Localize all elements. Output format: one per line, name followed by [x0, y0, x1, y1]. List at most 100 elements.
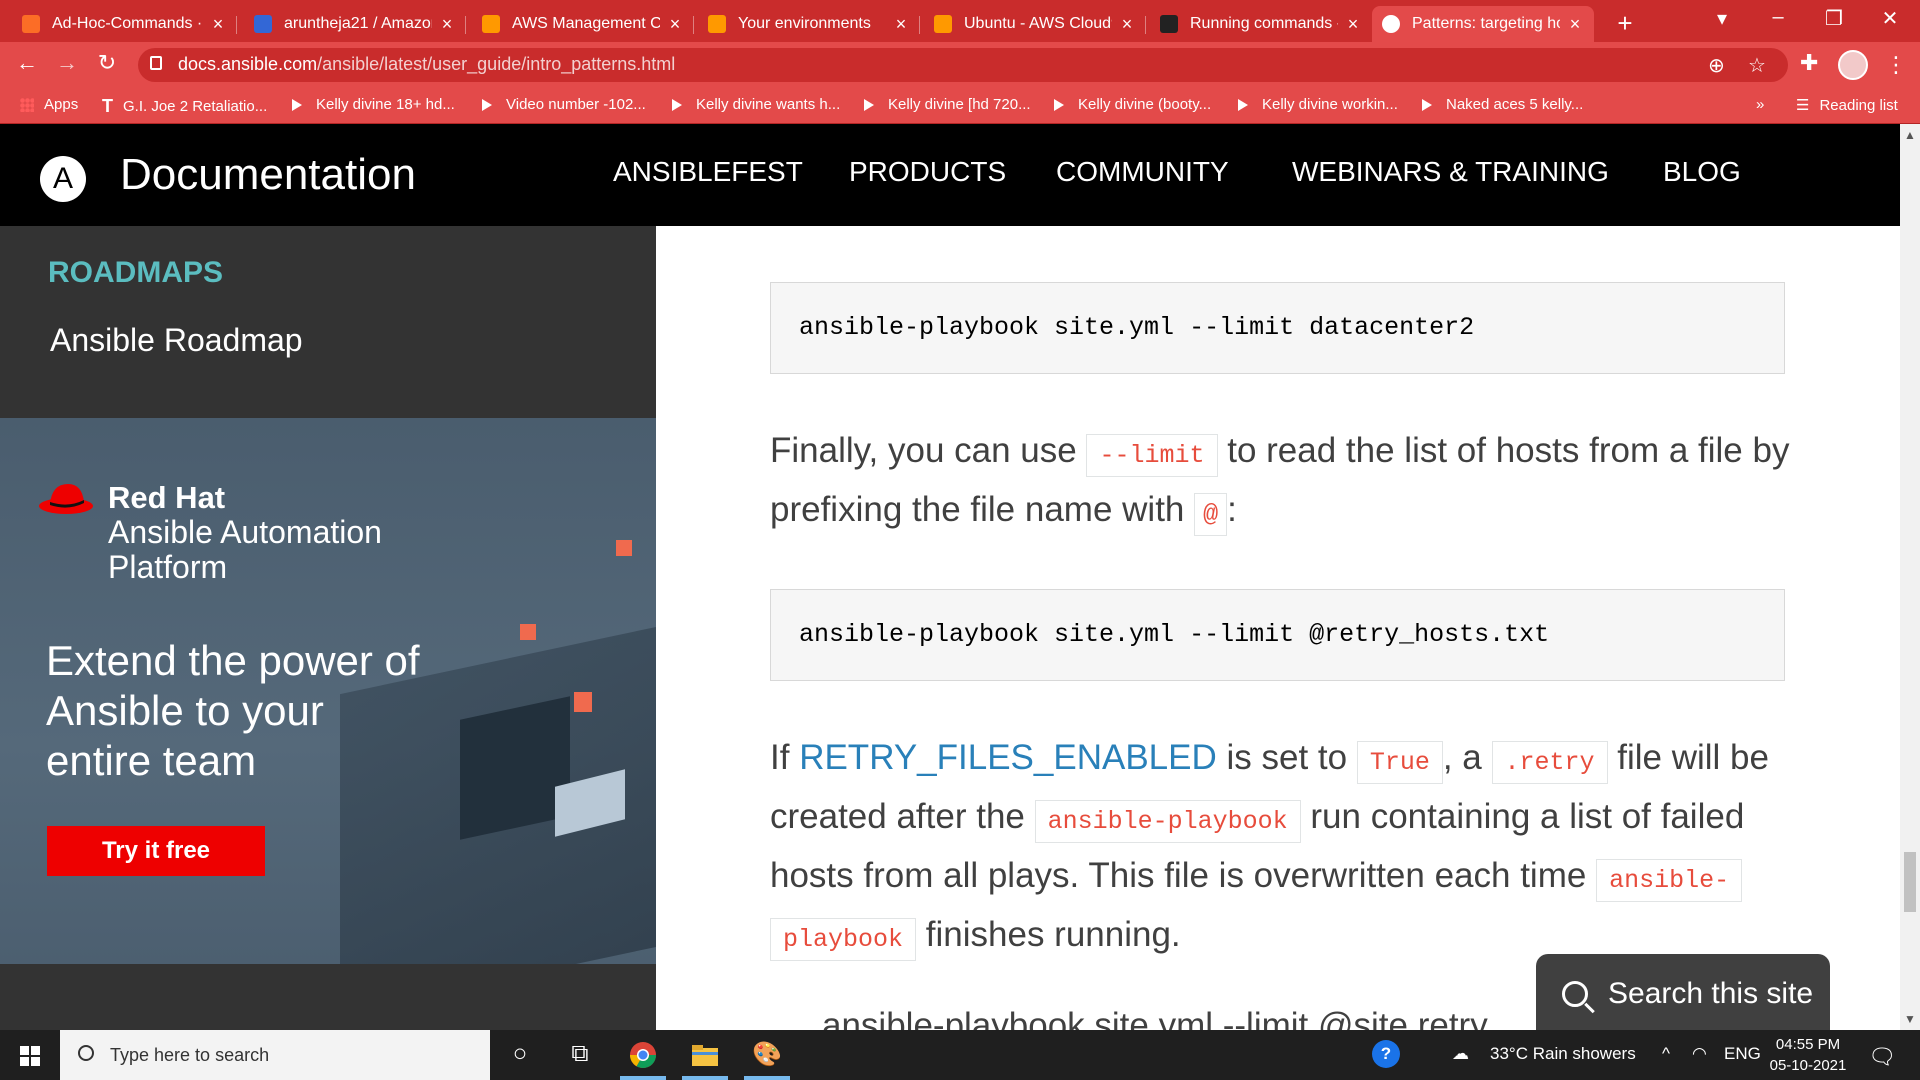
taskbar-active-indicator [620, 1076, 666, 1080]
bookmark-label: Kelly divine [hd 720... [888, 96, 1031, 113]
taskbar-search-input[interactable]: Type here to search [60, 1030, 490, 1080]
browser-tab[interactable]: aruntheja21 / Amazon × [244, 6, 466, 42]
cortana-icon[interactable]: ○ [505, 1040, 535, 1070]
browser-tab[interactable]: Running commands - × [1150, 6, 1372, 42]
url-text[interactable]: docs.ansible.com/ansible/latest/user_gui… [178, 54, 675, 75]
close-tab-icon[interactable]: × [209, 14, 227, 35]
tab-separator [236, 16, 237, 34]
bookmark-label: Video number -102... [506, 96, 646, 113]
scrollbar-thumb[interactable] [1904, 852, 1916, 912]
code-block[interactable]: ansible-playbook site.yml --limit datace… [770, 282, 1785, 374]
close-window-icon[interactable]: ✕ [1870, 6, 1910, 31]
forward-icon[interactable]: → [52, 50, 82, 76]
bookmark-label: G.I. Joe 2 Retaliatio... [123, 98, 268, 115]
file-explorer-icon[interactable] [690, 1040, 720, 1070]
browser-menu-icon[interactable]: ⋮ [1885, 52, 1907, 78]
nav-blog[interactable]: BLOG [1663, 156, 1741, 188]
code-block[interactable]: ansible-playbook site.yml --limit @retry… [770, 589, 1785, 681]
bookmarks-bar: Apps T G.I. Joe 2 Retaliatio... Kelly di… [0, 88, 1920, 124]
system-clock[interactable]: 04:55 PM 05-10-2021 [1768, 1034, 1848, 1076]
clock-time: 04:55 PM [1775, 1036, 1841, 1053]
tab-separator [919, 16, 920, 34]
bookmark-item[interactable]: Naked aces 5 kelly... [1422, 96, 1583, 113]
close-tab-icon[interactable]: × [666, 14, 684, 35]
bookmarks-overflow-icon[interactable]: » [1756, 96, 1764, 113]
bookmark-item[interactable]: Kelly divine wants h... [672, 96, 840, 113]
minimize-icon[interactable]: – [1758, 6, 1798, 29]
back-icon[interactable]: ← [12, 50, 42, 76]
tab-search-icon[interactable]: ▾ [1702, 6, 1742, 31]
chrome-icon[interactable] [628, 1040, 658, 1070]
weather-icon[interactable]: ☁ [1452, 1044, 1469, 1064]
bookmark-label: Kelly divine 18+ hd... [316, 96, 455, 113]
scroll-up-icon[interactable]: ▲ [1904, 128, 1916, 142]
nav-community[interactable]: COMMUNITY [1056, 156, 1229, 188]
browser-tab[interactable]: Your environments × [698, 6, 920, 42]
retry-files-enabled-link[interactable]: RETRY_FILES_ENABLED [799, 738, 1217, 777]
windows-start-icon[interactable] [20, 1046, 40, 1066]
try-it-free-button[interactable]: Try it free [47, 826, 265, 876]
close-tab-icon[interactable]: × [1566, 14, 1584, 35]
help-icon[interactable]: ? [1372, 1040, 1400, 1068]
zoom-icon[interactable]: ⊕ [1708, 53, 1725, 78]
restore-icon[interactable]: ❐ [1814, 6, 1854, 31]
reload-icon[interactable]: ↻ [92, 50, 122, 76]
search-icon [1562, 981, 1588, 1007]
site-title[interactable]: Documentation [120, 150, 416, 200]
wifi-icon[interactable]: ◠ [1692, 1044, 1707, 1064]
bookmark-item[interactable]: Kelly divine (booty... [1054, 96, 1211, 113]
sidebar-item-ansible-roadmap[interactable]: Ansible Roadmap [50, 322, 303, 359]
weather-text[interactable]: 33°C Rain showers [1490, 1044, 1636, 1064]
reading-list-label: Reading list [1819, 96, 1898, 114]
apps-grid-icon [20, 97, 34, 112]
ad-product: Ansible Automation Platform [108, 514, 382, 585]
close-tab-icon[interactable]: × [1118, 14, 1136, 35]
browser-tab-active[interactable]: Patterns: targeting ho × [1372, 6, 1594, 42]
bookmark-item[interactable]: Kelly divine workin... [1238, 96, 1398, 113]
bookmark-item[interactable]: Kelly divine [hd 720... [864, 96, 1031, 113]
lock-icon[interactable] [150, 56, 162, 70]
close-tab-icon[interactable]: × [1344, 14, 1362, 35]
close-tab-icon[interactable]: × [892, 14, 910, 35]
paragraph: Finally, you can use --limit to read the… [770, 424, 1800, 542]
play-icon [1054, 98, 1064, 111]
browser-tab[interactable]: Ad-Hoc-Commands · / × [12, 6, 237, 42]
paint-app-icon[interactable]: 🎨 [752, 1040, 782, 1070]
bookmark-item[interactable]: Kelly divine 18+ hd... [292, 96, 455, 113]
text: , a [1442, 738, 1482, 777]
bookmark-star-icon[interactable]: ☆ [1748, 53, 1766, 78]
nav-products[interactable]: PRODUCTS [849, 156, 1006, 188]
search-this-site-button[interactable]: Search this site [1536, 954, 1830, 1034]
task-view-icon[interactable]: ⧉ [565, 1040, 595, 1070]
browser-tab[interactable]: AWS Management Co × [472, 6, 694, 42]
bookmark-label: Naked aces 5 kelly... [1446, 96, 1584, 113]
scroll-down-icon[interactable]: ▼ [1904, 1012, 1916, 1026]
browser-tab[interactable]: Ubuntu - AWS Cloud9 × [924, 6, 1146, 42]
reading-list-icon: ☰ [1796, 97, 1810, 114]
taskbar-search-placeholder: Type here to search [110, 1044, 270, 1065]
close-tab-icon[interactable]: × [438, 14, 456, 35]
reading-list-button[interactable]: ☰ Reading list [1796, 96, 1898, 115]
address-bar-row: ← → ↻ docs.ansible.com/ansible/latest/us… [0, 42, 1920, 88]
ansible-logo-icon[interactable]: A [40, 156, 86, 202]
language-indicator[interactable]: ENG [1724, 1044, 1761, 1064]
tab-title: Running commands - [1190, 15, 1338, 32]
bookmark-item[interactable]: T G.I. Joe 2 Retaliatio... [102, 96, 267, 117]
bookmark-label: Kelly divine (booty... [1078, 96, 1212, 113]
tab-title: Ubuntu - AWS Cloud9 [964, 15, 1112, 32]
text: is set to [1226, 738, 1348, 777]
bookmark-apps[interactable]: Apps [20, 96, 78, 113]
notifications-icon[interactable]: 🗨 [1868, 1044, 1896, 1070]
new-tab-icon[interactable]: + [1610, 8, 1640, 39]
decorative-square [520, 624, 536, 640]
paragraph: If RETRY_FILES_ENABLED is set to True, a… [770, 731, 1800, 967]
address-bar[interactable]: docs.ansible.com/ansible/latest/user_gui… [138, 48, 1788, 82]
show-hidden-icons-icon[interactable]: ^ [1662, 1044, 1670, 1064]
folder-shape [692, 1045, 718, 1066]
nav-webinars-training[interactable]: WEBINARS & TRAINING [1292, 156, 1609, 188]
inline-code: ansible- [1596, 859, 1743, 902]
profile-avatar[interactable] [1838, 50, 1868, 80]
bookmark-item[interactable]: Video number -102... [482, 96, 646, 113]
extensions-icon[interactable]: ✚ [1800, 50, 1818, 76]
nav-ansiblefest[interactable]: ANSIBLEFEST [613, 156, 803, 188]
